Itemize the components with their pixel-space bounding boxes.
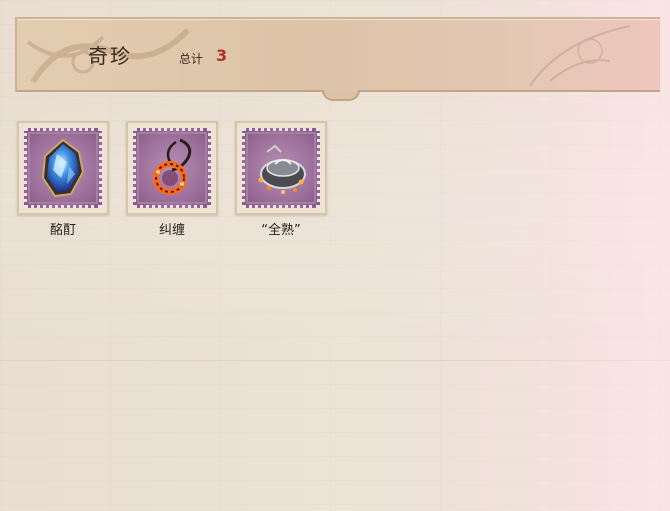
item-stamp-frame[interactable] xyxy=(17,121,109,215)
page-title: 奇珍 xyxy=(88,44,132,68)
collectible-item[interactable]: 酩酊 xyxy=(17,121,109,238)
item-label: 酩酊 xyxy=(49,223,76,238)
item-label: “全熟” xyxy=(261,223,301,238)
item-label: 纠缠 xyxy=(158,223,185,238)
item-stamp-frame[interactable] xyxy=(235,121,327,215)
item-stamp xyxy=(133,128,211,208)
ember-necklace-icon xyxy=(153,138,192,195)
total-count: 3 xyxy=(216,46,228,65)
collectible-item[interactable]: 纠缠 xyxy=(126,121,218,238)
blue-crystal-icon xyxy=(41,138,85,198)
header-tab-notch xyxy=(322,90,360,101)
total-label: 总计 xyxy=(179,52,204,66)
item-stamp-frame[interactable] xyxy=(126,121,218,215)
cooking-pot-icon xyxy=(258,144,306,194)
collectible-item[interactable]: “全熟” xyxy=(235,121,327,238)
item-stamp xyxy=(24,128,102,208)
item-stamp xyxy=(242,128,320,208)
header-ornament-right xyxy=(529,25,631,87)
